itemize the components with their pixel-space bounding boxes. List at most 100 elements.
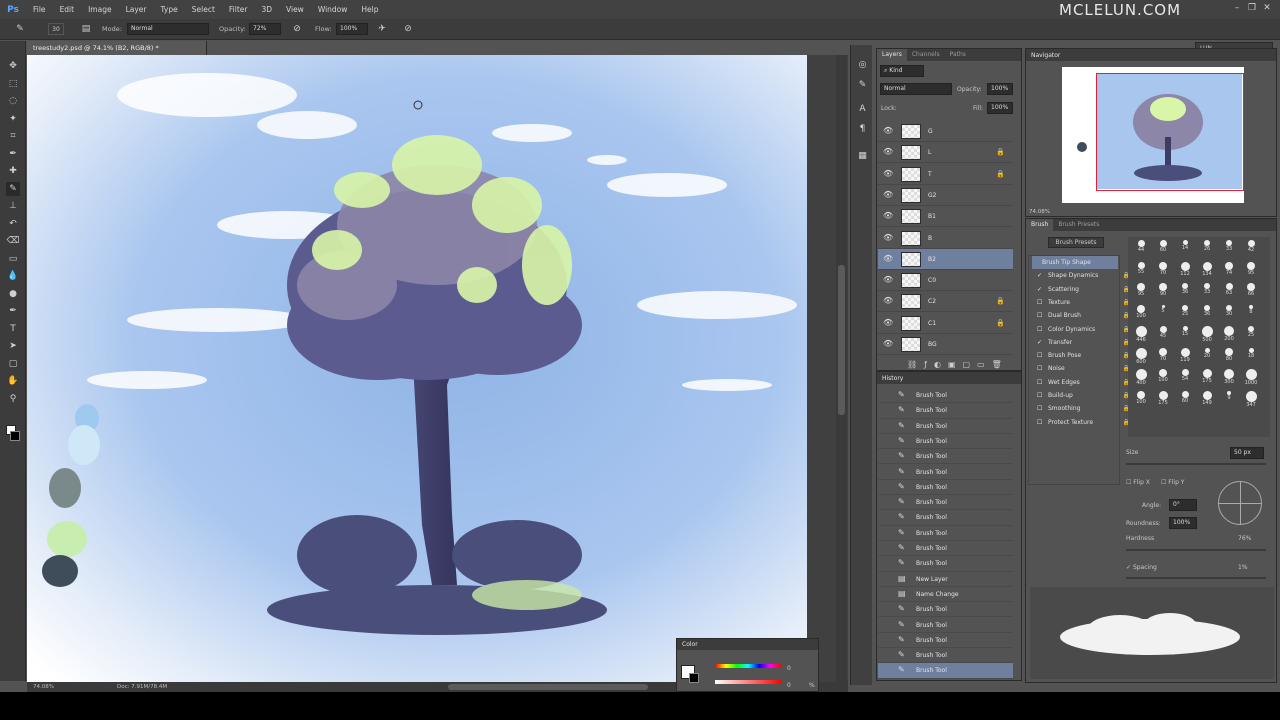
menu-view[interactable]: View xyxy=(279,0,311,19)
brush-tip[interactable]: 300 xyxy=(1220,368,1238,388)
tab-brush-presets[interactable]: Brush Presets xyxy=(1053,219,1104,231)
path-select-tool-icon[interactable]: ➤ xyxy=(6,339,20,353)
brush-panel-icon[interactable]: ✎ xyxy=(856,79,869,92)
dodge-tool-icon[interactable]: ● xyxy=(6,287,20,301)
history-item[interactable]: ✎ Brush Tool xyxy=(878,434,1013,450)
background-color-swatch[interactable] xyxy=(689,673,699,683)
layer-row[interactable]: 👁 B xyxy=(878,228,1013,249)
healing-tool-icon[interactable]: ✚ xyxy=(6,164,20,178)
eye-icon[interactable]: 👁 xyxy=(883,318,893,327)
history-item[interactable]: ✎ Brush Tool xyxy=(878,602,1013,618)
brush-tip[interactable]: 80 xyxy=(1220,347,1238,367)
history-item[interactable]: ✎ Brush Tool xyxy=(878,388,1013,404)
brush-tip[interactable]: 70 xyxy=(1154,261,1172,281)
brush-tip[interactable]: 200 xyxy=(1220,325,1238,345)
history-item[interactable]: ✎ Brush Tool xyxy=(878,449,1013,465)
brush-tip[interactable]: 90 xyxy=(1154,282,1172,302)
gradient-tool-icon[interactable]: ▭ xyxy=(6,252,20,266)
history-item[interactable]: ✎ Brush Tool xyxy=(878,618,1013,633)
background-color-icon[interactable] xyxy=(10,431,20,441)
hardness-value[interactable]: 76% xyxy=(1238,535,1251,542)
layer-opacity-field[interactable]: 100% xyxy=(987,83,1013,95)
menu-type[interactable]: Type xyxy=(154,0,185,19)
brush-tip[interactable]: 134 xyxy=(1198,261,1216,281)
layer-row[interactable]: 👁 B2 xyxy=(878,248,1013,270)
history-item[interactable]: ✎ Brush Tool xyxy=(878,495,1013,511)
navigator-panel-icon[interactable]: ◎ xyxy=(856,59,869,72)
brush-tip[interactable]: 100 xyxy=(1154,368,1172,388)
restore-button[interactable]: ❐ xyxy=(1245,2,1259,14)
paragraph-panel-icon[interactable]: ¶ xyxy=(856,123,869,136)
eye-icon[interactable]: 👁 xyxy=(883,233,893,242)
layer-row[interactable]: 👁 G xyxy=(878,121,1013,142)
zoom-tool-icon[interactable]: ⚲ xyxy=(6,392,20,406)
brush-tip[interactable]: 33 xyxy=(1220,239,1238,259)
brush-tip[interactable]: 44 xyxy=(1132,239,1150,259)
tab-paths[interactable]: Paths xyxy=(945,49,971,61)
brush-tip[interactable]: 175 xyxy=(1198,368,1216,388)
brush-tip[interactable]: 149 xyxy=(1198,390,1216,410)
layer-row[interactable]: 👁 G2 xyxy=(878,185,1013,206)
brush-tip[interactable]: 36 xyxy=(1198,304,1216,324)
spacing-checkbox[interactable]: ✓ Spacing xyxy=(1126,564,1157,571)
spacing-slider[interactable] xyxy=(1126,577,1266,579)
eye-icon[interactable]: 👁 xyxy=(883,148,893,156)
brush-tip[interactable]: 42 xyxy=(1242,239,1260,259)
crop-tool-icon[interactable]: ⌗ xyxy=(6,129,20,143)
history-item[interactable]: ✎ Brush Tool xyxy=(878,663,1013,679)
brush-tip[interactable]: 26 xyxy=(1198,239,1216,259)
brush-tool-icon[interactable]: ✎ xyxy=(6,181,20,196)
history-item[interactable]: ✎ Brush Tool xyxy=(878,541,1013,557)
brush-tip[interactable]: 45 xyxy=(1154,325,1172,345)
layer-actions[interactable]: ⛓ƒ◐▣▢▭🗑 xyxy=(907,360,1009,369)
history-item[interactable]: ✎ Brush Tool xyxy=(878,419,1013,434)
eye-icon[interactable]: 👁 xyxy=(883,297,893,305)
brush-tip[interactable]: 36 xyxy=(1176,282,1194,302)
opacity-field[interactable]: 72% xyxy=(249,23,281,35)
navigator-zoom[interactable]: 74.08% xyxy=(1029,209,1050,215)
brush-tip[interactable]: 347 xyxy=(1242,390,1260,410)
menu-layer[interactable]: Layer xyxy=(119,0,154,19)
spacing-value[interactable]: 1% xyxy=(1238,564,1248,571)
brush-tip[interactable]: 15 xyxy=(1176,325,1194,345)
brush-tip[interactable]: 14 xyxy=(1176,239,1194,259)
brush-tip[interactable]: 100 xyxy=(1132,304,1150,324)
menu-3d[interactable]: 3D xyxy=(254,0,279,19)
mode-select[interactable]: Normal xyxy=(127,23,209,35)
marquee-tool-icon[interactable]: ⬚ xyxy=(6,77,20,91)
pressure-size-icon[interactable]: ⊘ xyxy=(402,23,414,35)
layer-row[interactable]: 👁 BG xyxy=(878,334,1013,355)
brush-tip[interactable]: 119 xyxy=(1176,347,1194,367)
menu-filter[interactable]: Filter xyxy=(222,0,255,19)
angle-field[interactable]: 0° xyxy=(1169,499,1197,511)
brush-presets-button[interactable]: Brush Presets xyxy=(1048,237,1104,248)
history-item[interactable]: ▤ New Layer xyxy=(878,572,1013,587)
history-item[interactable]: ✎ Brush Tool xyxy=(878,633,1013,649)
brush-tip[interactable]: 55 xyxy=(1132,261,1150,281)
flow-field[interactable]: 100% xyxy=(336,23,368,35)
brush-preset-picker[interactable]: 30 xyxy=(48,23,64,35)
vertical-scroll-thumb[interactable] xyxy=(838,265,845,415)
move-tool-icon[interactable]: ✥ xyxy=(6,59,20,73)
brush-tip[interactable]: 95 xyxy=(1242,261,1260,281)
brush-tip[interactable]: 20 xyxy=(1198,347,1216,367)
pen-tool-icon[interactable]: ✒ xyxy=(6,304,20,318)
menu-edit[interactable]: Edit xyxy=(53,0,82,19)
eyedropper-tool-icon[interactable]: ✒ xyxy=(6,147,20,161)
close-button[interactable]: ✕ xyxy=(1260,2,1274,14)
adjustments-panel-icon[interactable]: ▦ xyxy=(856,150,869,163)
brush-tip[interactable]: 25 xyxy=(1242,325,1260,345)
history-item[interactable]: ✎ Brush Tool xyxy=(878,648,1013,664)
brush-panel-toggle-icon[interactable]: ▤ xyxy=(80,23,92,35)
layer-fill-field[interactable]: 100% xyxy=(987,102,1013,114)
brush-tip[interactable]: 112 xyxy=(1176,261,1194,281)
eye-icon[interactable]: 👁 xyxy=(883,212,893,220)
brush-tip[interactable]: 70 xyxy=(1154,347,1172,367)
character-panel-icon[interactable]: A xyxy=(856,103,869,116)
brush-tip[interactable]: 400 xyxy=(1132,368,1150,388)
minimize-button[interactable]: – xyxy=(1230,2,1244,14)
brush-tip[interactable]: 30 xyxy=(1220,304,1238,324)
clone-stamp-tool-icon[interactable]: ⊥ xyxy=(6,199,20,213)
brush-tip-grid[interactable]: 44 60 14 26 33 42 55 70 112 134 74 95 95 90 36 33 63 66 10… xyxy=(1128,237,1270,437)
hand-tool-icon[interactable]: ✋ xyxy=(6,374,20,388)
